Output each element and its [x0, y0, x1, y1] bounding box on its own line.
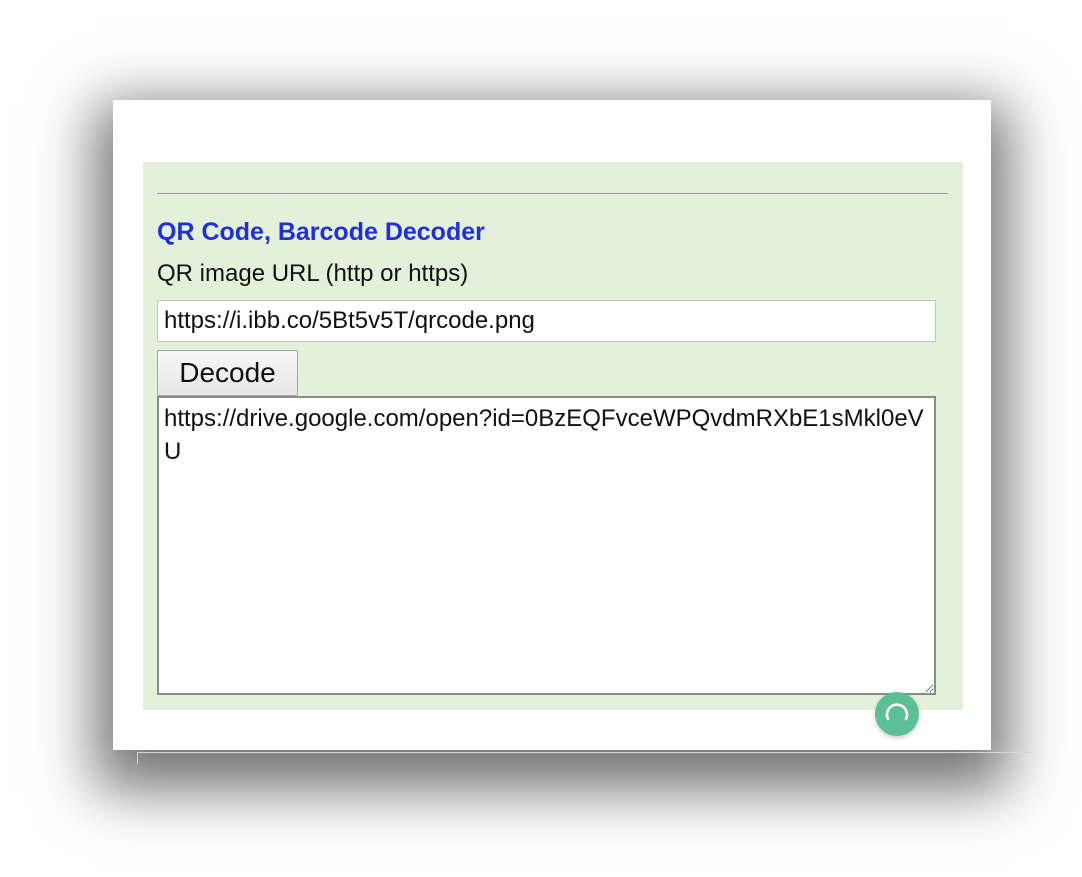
- divider-line: [137, 752, 1032, 753]
- screenshot-stage: QR Code, Barcode Decoder QR image URL (h…: [0, 0, 1082, 877]
- url-input[interactable]: [157, 300, 936, 342]
- refresh-icon: [885, 703, 909, 721]
- decoder-panel: QR Code, Barcode Decoder QR image URL (h…: [143, 162, 963, 710]
- decoder-title: QR Code, Barcode Decoder: [157, 218, 485, 246]
- result-textarea[interactable]: https://drive.google.com/open?id=0BzEQFv…: [157, 396, 936, 695]
- decode-button[interactable]: Decode: [157, 350, 298, 396]
- app-window: QR Code, Barcode Decoder QR image URL (h…: [113, 100, 991, 750]
- divider-tick: [137, 752, 138, 764]
- url-label: QR image URL (http or https): [157, 260, 469, 287]
- refresh-button[interactable]: [875, 692, 919, 736]
- divider: [157, 193, 948, 195]
